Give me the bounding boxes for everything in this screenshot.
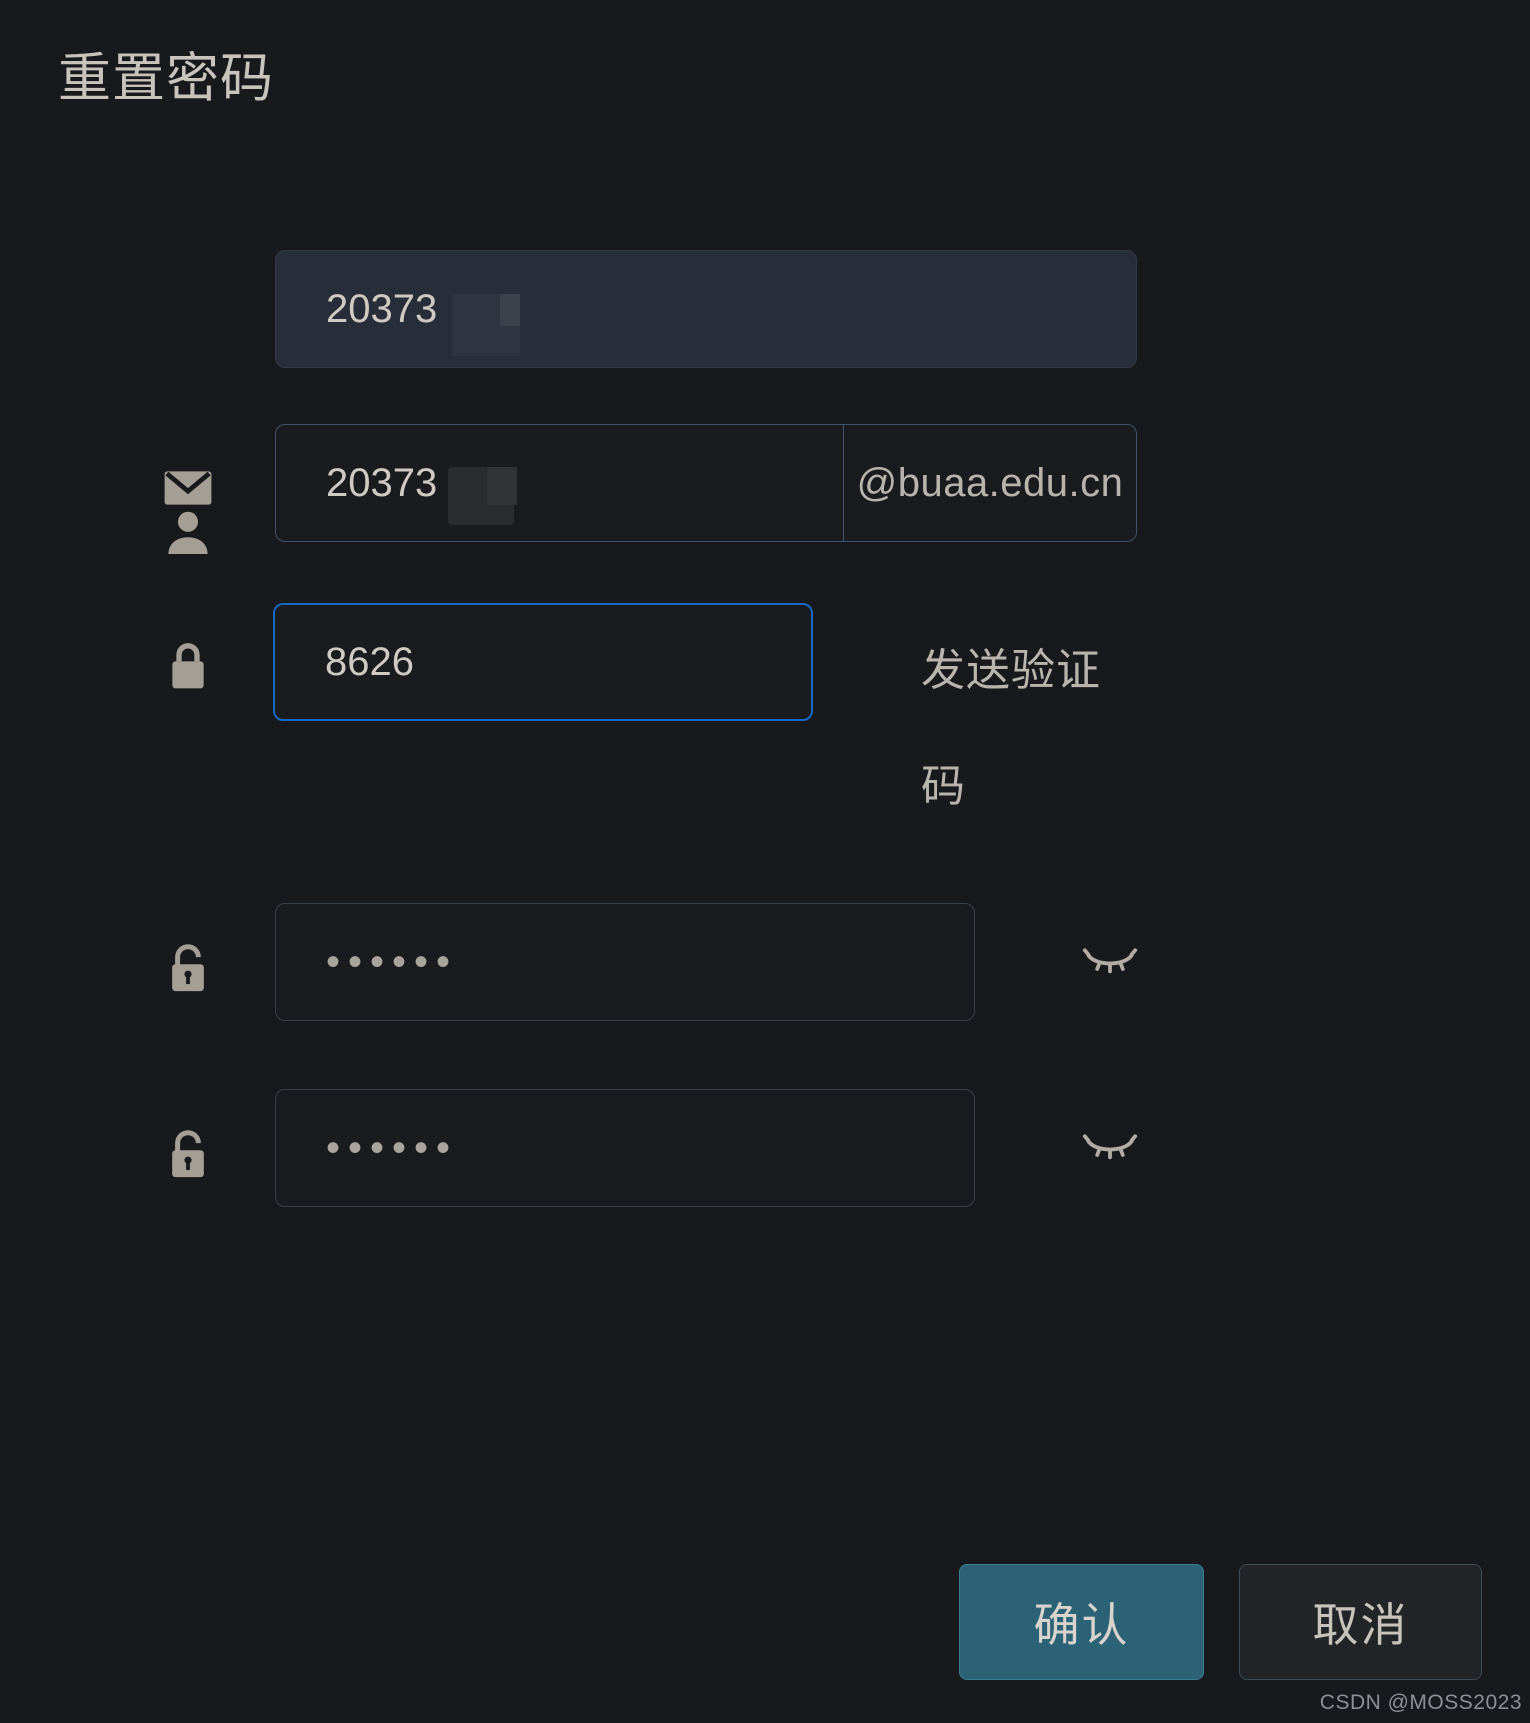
cancel-button[interactable]: 取消 bbox=[1239, 1564, 1482, 1680]
verification-code-input[interactable] bbox=[273, 603, 813, 721]
mail-icon bbox=[155, 455, 221, 521]
email-input-group: @buaa.edu.cn bbox=[275, 424, 1137, 542]
form-row-confirm-password bbox=[0, 1089, 1530, 1275]
dialog-footer: 确认 取消 bbox=[0, 1564, 1530, 1684]
username-input[interactable] bbox=[275, 250, 1137, 368]
reset-password-form: @buaa.edu.cn 发送验证码 bbox=[0, 225, 1530, 1275]
eye-closed-icon[interactable] bbox=[1080, 1121, 1140, 1175]
new-password-input[interactable] bbox=[275, 903, 975, 1021]
eye-closed-icon[interactable] bbox=[1080, 935, 1140, 989]
form-row-verification-code: 发送验证码 bbox=[0, 603, 1530, 903]
confirm-password-input[interactable] bbox=[275, 1089, 975, 1207]
lock-open-icon bbox=[155, 1121, 221, 1187]
form-row-new-password bbox=[0, 903, 1530, 1089]
email-prefix-input[interactable] bbox=[276, 425, 844, 541]
lock-open-icon bbox=[155, 935, 221, 1001]
email-domain-suffix: @buaa.edu.cn bbox=[856, 460, 1124, 505]
send-verification-code-button[interactable]: 发送验证码 bbox=[921, 613, 1107, 845]
form-row-email: @buaa.edu.cn bbox=[0, 415, 1530, 603]
page-title: 重置密码 bbox=[58, 49, 274, 108]
form-row-username bbox=[0, 225, 1530, 554]
reset-password-dialog: 重置密码 @bua bbox=[0, 0, 1530, 1723]
confirm-button[interactable]: 确认 bbox=[959, 1564, 1204, 1680]
watermark: CSDN @MOSS2023 bbox=[1319, 1691, 1522, 1714]
lock-closed-icon bbox=[155, 633, 221, 699]
